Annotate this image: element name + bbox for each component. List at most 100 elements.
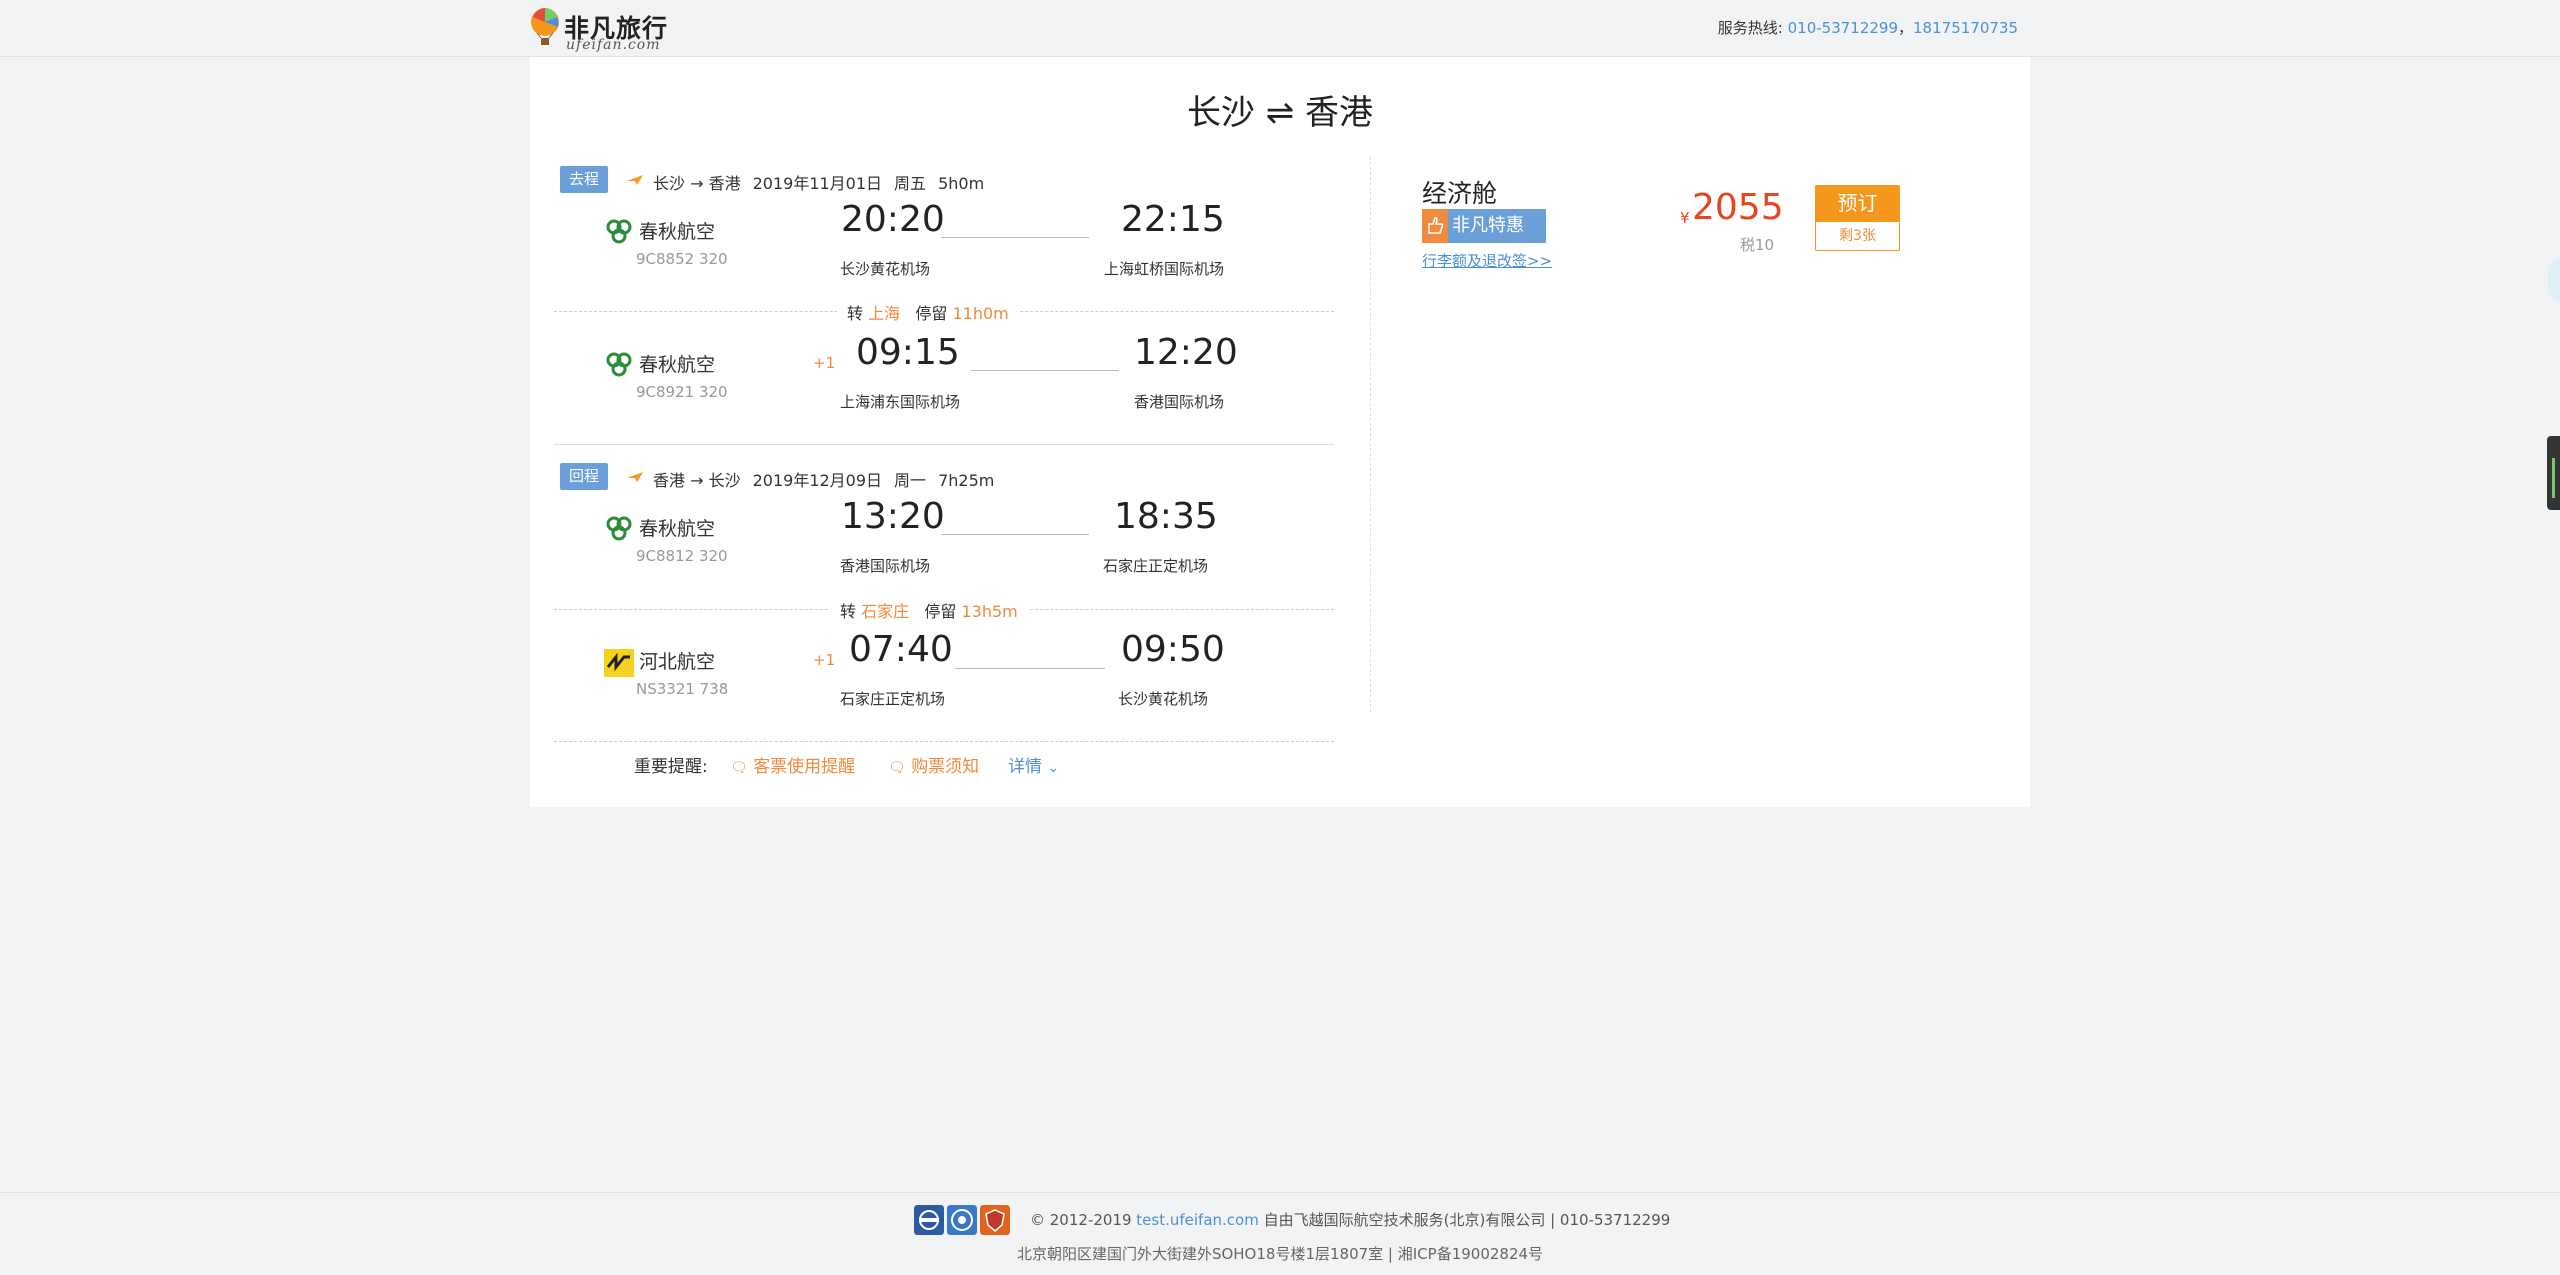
fare-price: 2055 xyxy=(1692,187,1784,228)
flight-number: 9C8812 320 xyxy=(636,547,728,565)
stay-label: 停留 xyxy=(924,602,957,621)
outbound-tag: 去程 xyxy=(560,166,608,193)
outbound-summary: 长沙 → 香港 2019年11月01日 周五 5h0m xyxy=(653,170,996,194)
spring-airlines-logo-icon xyxy=(606,219,632,244)
side-tab-indicator xyxy=(2552,458,2555,498)
chat-bubble-icon: 🗨 xyxy=(730,760,748,776)
purchase-notice-label: 购票须知 xyxy=(911,757,980,777)
arrival-airport: 长沙黄花机场 xyxy=(1118,690,1209,708)
plane-icon xyxy=(627,175,643,185)
address-line: 北京朝阳区建国门外大街建外SOHO18号楼1层1807室 | 湘ICP备1900… xyxy=(1016,1245,1544,1263)
chat-bubble-icon: 🗨 xyxy=(888,760,906,776)
next-day-indicator: +1 xyxy=(813,354,836,372)
spring-airlines-logo-icon xyxy=(606,352,632,377)
flight-line xyxy=(941,237,1089,238)
ticket-usage-reminder-link[interactable]: 🗨 客票使用提醒 xyxy=(730,752,855,777)
arrival-time: 18:35 xyxy=(1114,496,1218,537)
arrival-airport: 上海虹桥国际机场 xyxy=(1104,260,1225,278)
airline-name: 河北航空 xyxy=(639,651,716,673)
flight-line xyxy=(971,370,1119,371)
outbound-route: 长沙 → 香港 xyxy=(653,174,741,193)
return-route: 香港 → 长沙 xyxy=(653,471,741,490)
side-float-button[interactable] xyxy=(2548,258,2560,302)
outbound-weekday: 周五 xyxy=(894,174,927,193)
footer: © 2012-2019 test.ufeifan.com 自由飞越国际航空技术服… xyxy=(0,1192,2560,1275)
hebei-airlines-logo-icon xyxy=(604,649,634,677)
hotline-phone-1[interactable]: 010-53712299 xyxy=(1788,19,1898,37)
site-link[interactable]: test.ufeifan.com xyxy=(1136,1211,1259,1229)
departure-time: 09:15 xyxy=(856,332,960,373)
return-summary: 香港 → 长沙 2019年12月09日 周一 7h25m xyxy=(653,467,1006,491)
details-label: 详情 xyxy=(1008,757,1042,777)
next-day-indicator: +1 xyxy=(813,651,836,669)
notice-divider xyxy=(554,741,1334,742)
notice-label: 重要提醒: xyxy=(634,757,708,777)
balloon-logo-icon xyxy=(531,8,559,45)
purchase-notice-link[interactable]: 🗨 购票须知 xyxy=(888,752,979,777)
flight-detail-card: 长沙 ⇌ 香港 去程 长沙 → 香港 2019年11月01日 周五 5h0m 春秋航空… xyxy=(530,57,2030,807)
route-title: 长沙 ⇌ 香港 xyxy=(1186,93,1374,133)
flight-number: 9C8852 320 xyxy=(636,250,728,268)
return-duration: 7h25m xyxy=(938,471,995,490)
arrival-time: 09:50 xyxy=(1121,629,1225,670)
remaining-seats: 剩3张 xyxy=(1815,221,1900,251)
departure-time: 07:40 xyxy=(849,629,953,670)
departure-airport: 香港国际机场 xyxy=(840,557,931,575)
column-divider xyxy=(1370,157,1371,712)
copyright-line: © 2012-2019 test.ufeifan.com 自由飞越国际航空技术服… xyxy=(1030,1209,1670,1230)
logo-subtext: ufeifan.com xyxy=(566,37,661,53)
police-badge-icon xyxy=(980,1205,1010,1235)
cabin-class: 经济舱 xyxy=(1422,179,1498,208)
transfer-city: 石家庄 xyxy=(861,602,910,621)
arrival-airport: 香港国际机场 xyxy=(1134,393,1225,411)
company-text: 自由飞越国际航空技术服务(北京)有限公司 | 010-53712299 xyxy=(1258,1211,1671,1229)
stay-label: 停留 xyxy=(915,304,948,323)
fare-tax: 税10 xyxy=(1740,236,1775,254)
airline-name: 春秋航空 xyxy=(639,354,716,376)
departure-airport: 上海浦东国际机场 xyxy=(840,393,961,411)
service-hotline: 服务热线: 010-53712299，18175170735 xyxy=(1718,17,2018,38)
baggage-refund-link[interactable]: 行李额及退改签>> xyxy=(1422,250,1552,271)
stay-duration: 13h5m xyxy=(961,602,1018,621)
hotline-label: 服务热线: xyxy=(1717,19,1783,37)
return-transfer: 转 石家庄 停留 13h5m xyxy=(830,598,1028,622)
plane-icon xyxy=(627,472,643,482)
caac-badge-icon xyxy=(947,1205,977,1235)
transfer-label: 转 xyxy=(840,602,857,621)
book-button[interactable]: 预订 xyxy=(1815,185,1900,221)
certification-badges xyxy=(914,1205,1014,1237)
hotline-phone-2[interactable]: 18175170735 xyxy=(1913,19,2018,37)
departure-airport: 长沙黄花机场 xyxy=(840,260,931,278)
top-bar: 非凡旅行 ufeifan.com 服务热线: 010-53712299，1817… xyxy=(0,0,2560,57)
arrival-time: 12:20 xyxy=(1134,332,1238,373)
flight-number: NS3321 738 xyxy=(636,680,729,698)
copyright-text: © 2012-2019 xyxy=(1030,1211,1137,1229)
flight-line xyxy=(941,534,1089,535)
return-tag: 回程 xyxy=(560,463,608,490)
site-logo[interactable]: 非凡旅行 ufeifan.com xyxy=(528,5,668,53)
details-toggle[interactable]: 详情 ⌄ xyxy=(1008,752,1059,777)
departure-airport: 石家庄正定机场 xyxy=(840,690,946,708)
outbound-transfer: 转 上海 停留 11h0m xyxy=(837,300,1019,324)
arrival-airport: 石家庄正定机场 xyxy=(1103,557,1209,575)
airline-name: 春秋航空 xyxy=(639,518,716,540)
arrival-time: 22:15 xyxy=(1121,199,1225,240)
segment-divider xyxy=(554,444,1334,445)
hotline-separator: ， xyxy=(1898,19,1914,37)
return-date: 2019年12月09日 xyxy=(752,471,883,490)
promo-label: 非凡特惠 xyxy=(1452,215,1524,236)
transfer-city: 上海 xyxy=(868,304,901,323)
promo-badge: 非凡特惠 xyxy=(1422,209,1546,243)
side-feedback-tab[interactable] xyxy=(2547,436,2560,510)
stay-duration: 11h0m xyxy=(952,304,1009,323)
currency-symbol: ¥ xyxy=(1680,209,1690,227)
outbound-duration: 5h0m xyxy=(938,174,985,193)
chevron-down-icon: ⌄ xyxy=(1047,760,1060,776)
outbound-date: 2019年11月01日 xyxy=(752,174,883,193)
return-weekday: 周一 xyxy=(894,471,927,490)
departure-time: 20:20 xyxy=(841,199,945,240)
flight-line xyxy=(955,668,1105,669)
airline-name: 春秋航空 xyxy=(639,221,716,243)
spring-airlines-logo-icon xyxy=(606,516,632,541)
departure-time: 13:20 xyxy=(841,496,945,537)
